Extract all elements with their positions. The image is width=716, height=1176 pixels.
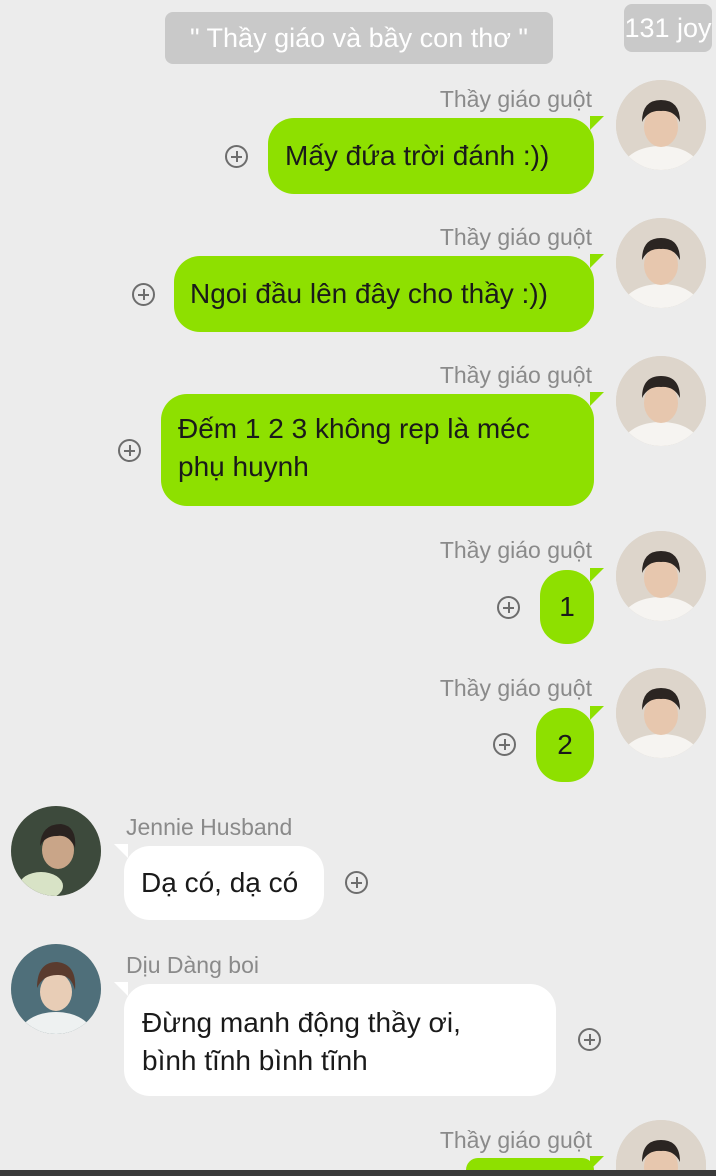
message-bubble[interactable]: Ngoi đầu lên đây cho thầy :))	[174, 254, 604, 332]
avatar-teacher[interactable]	[616, 80, 706, 170]
message-text: Mấy đứa trời đánh :))	[285, 140, 550, 171]
sender-name: Thầy giáo guột	[439, 537, 592, 563]
avatar-teacher-image	[616, 531, 706, 621]
message-text-line: Đếm 1 2 3 không rep là méc	[178, 413, 530, 444]
avatar-teacher[interactable]	[616, 1120, 706, 1170]
sender-name: Jennie Husband	[126, 814, 293, 840]
bottom-edge-bar	[0, 1170, 716, 1176]
avatar-teacher-image	[616, 1120, 706, 1170]
sender-name: Thầy giáo guột	[439, 86, 592, 112]
bubble-tail	[590, 568, 604, 582]
add-reaction-icon[interactable]	[118, 439, 141, 462]
bubble-tail	[590, 392, 604, 406]
avatar-jennie-husband[interactable]	[11, 806, 101, 896]
bubble-tail	[590, 706, 604, 720]
avatar-diu-dang-boi[interactable]	[11, 944, 101, 1034]
add-reaction-icon[interactable]	[225, 145, 248, 168]
sender-name: Thầy giáo guột	[439, 1127, 592, 1153]
avatar-teacher-image	[616, 356, 706, 446]
avatar-teacher-image	[616, 668, 706, 758]
message-bubble[interactable]: Đếm 1 2 3 không rep là méc phụ huynh	[161, 392, 604, 506]
message-bubble-partial[interactable]	[466, 1156, 604, 1170]
sender-name: Dịu Dàng boi	[126, 952, 259, 978]
message-text-line: phụ huynh	[178, 451, 309, 482]
avatar-teacher[interactable]	[616, 356, 706, 446]
message-text: Ngoi đầu lên đây cho thầy :))	[190, 278, 548, 309]
bubble-tail	[114, 982, 128, 996]
avatar-jennie-husband-image	[11, 806, 101, 896]
add-reaction-icon[interactable]	[578, 1028, 601, 1051]
sender-name: Thầy giáo guột	[439, 224, 592, 250]
add-reaction-icon[interactable]	[497, 596, 520, 619]
message-text: 1	[559, 591, 575, 622]
chat-title-pill: " Thầy giáo và bầy con thơ "	[165, 12, 553, 64]
avatar-teacher[interactable]	[616, 218, 706, 308]
message-text-line: bình tĩnh bình tĩnh	[142, 1045, 368, 1076]
add-reaction-icon[interactable]	[132, 283, 155, 306]
message-text: 2	[557, 729, 573, 760]
message-bubble[interactable]: Dạ có, dạ có	[114, 844, 324, 920]
message-text-line: Đừng manh động thầy ơi,	[142, 1007, 461, 1038]
avatar-teacher-image	[616, 80, 706, 170]
bubble-tail	[590, 254, 604, 268]
watermark-label: 131 joy	[624, 4, 712, 52]
add-reaction-icon[interactable]	[493, 733, 516, 756]
add-reaction-icon[interactable]	[345, 871, 368, 894]
avatar-teacher[interactable]	[616, 531, 706, 621]
bubble-tail	[590, 116, 604, 130]
message-bubble[interactable]: Đừng manh động thầy ơi, bình tĩnh bình t…	[114, 982, 556, 1096]
avatar-diu-dang-boi-image	[11, 944, 101, 1034]
sender-name: Thầy giáo guột	[439, 362, 592, 388]
sender-name: Thầy giáo guột	[439, 675, 592, 701]
message-text: Dạ có, dạ có	[141, 867, 299, 898]
bubble-tail	[114, 844, 128, 858]
avatar-teacher[interactable]	[616, 668, 706, 758]
message-bubble[interactable]: 2	[536, 706, 604, 782]
bubble-tail	[590, 1156, 604, 1170]
message-bubble[interactable]: Mấy đứa trời đánh :))	[268, 116, 604, 194]
avatar-teacher-image	[616, 218, 706, 308]
message-bubble[interactable]: 1	[540, 568, 604, 644]
